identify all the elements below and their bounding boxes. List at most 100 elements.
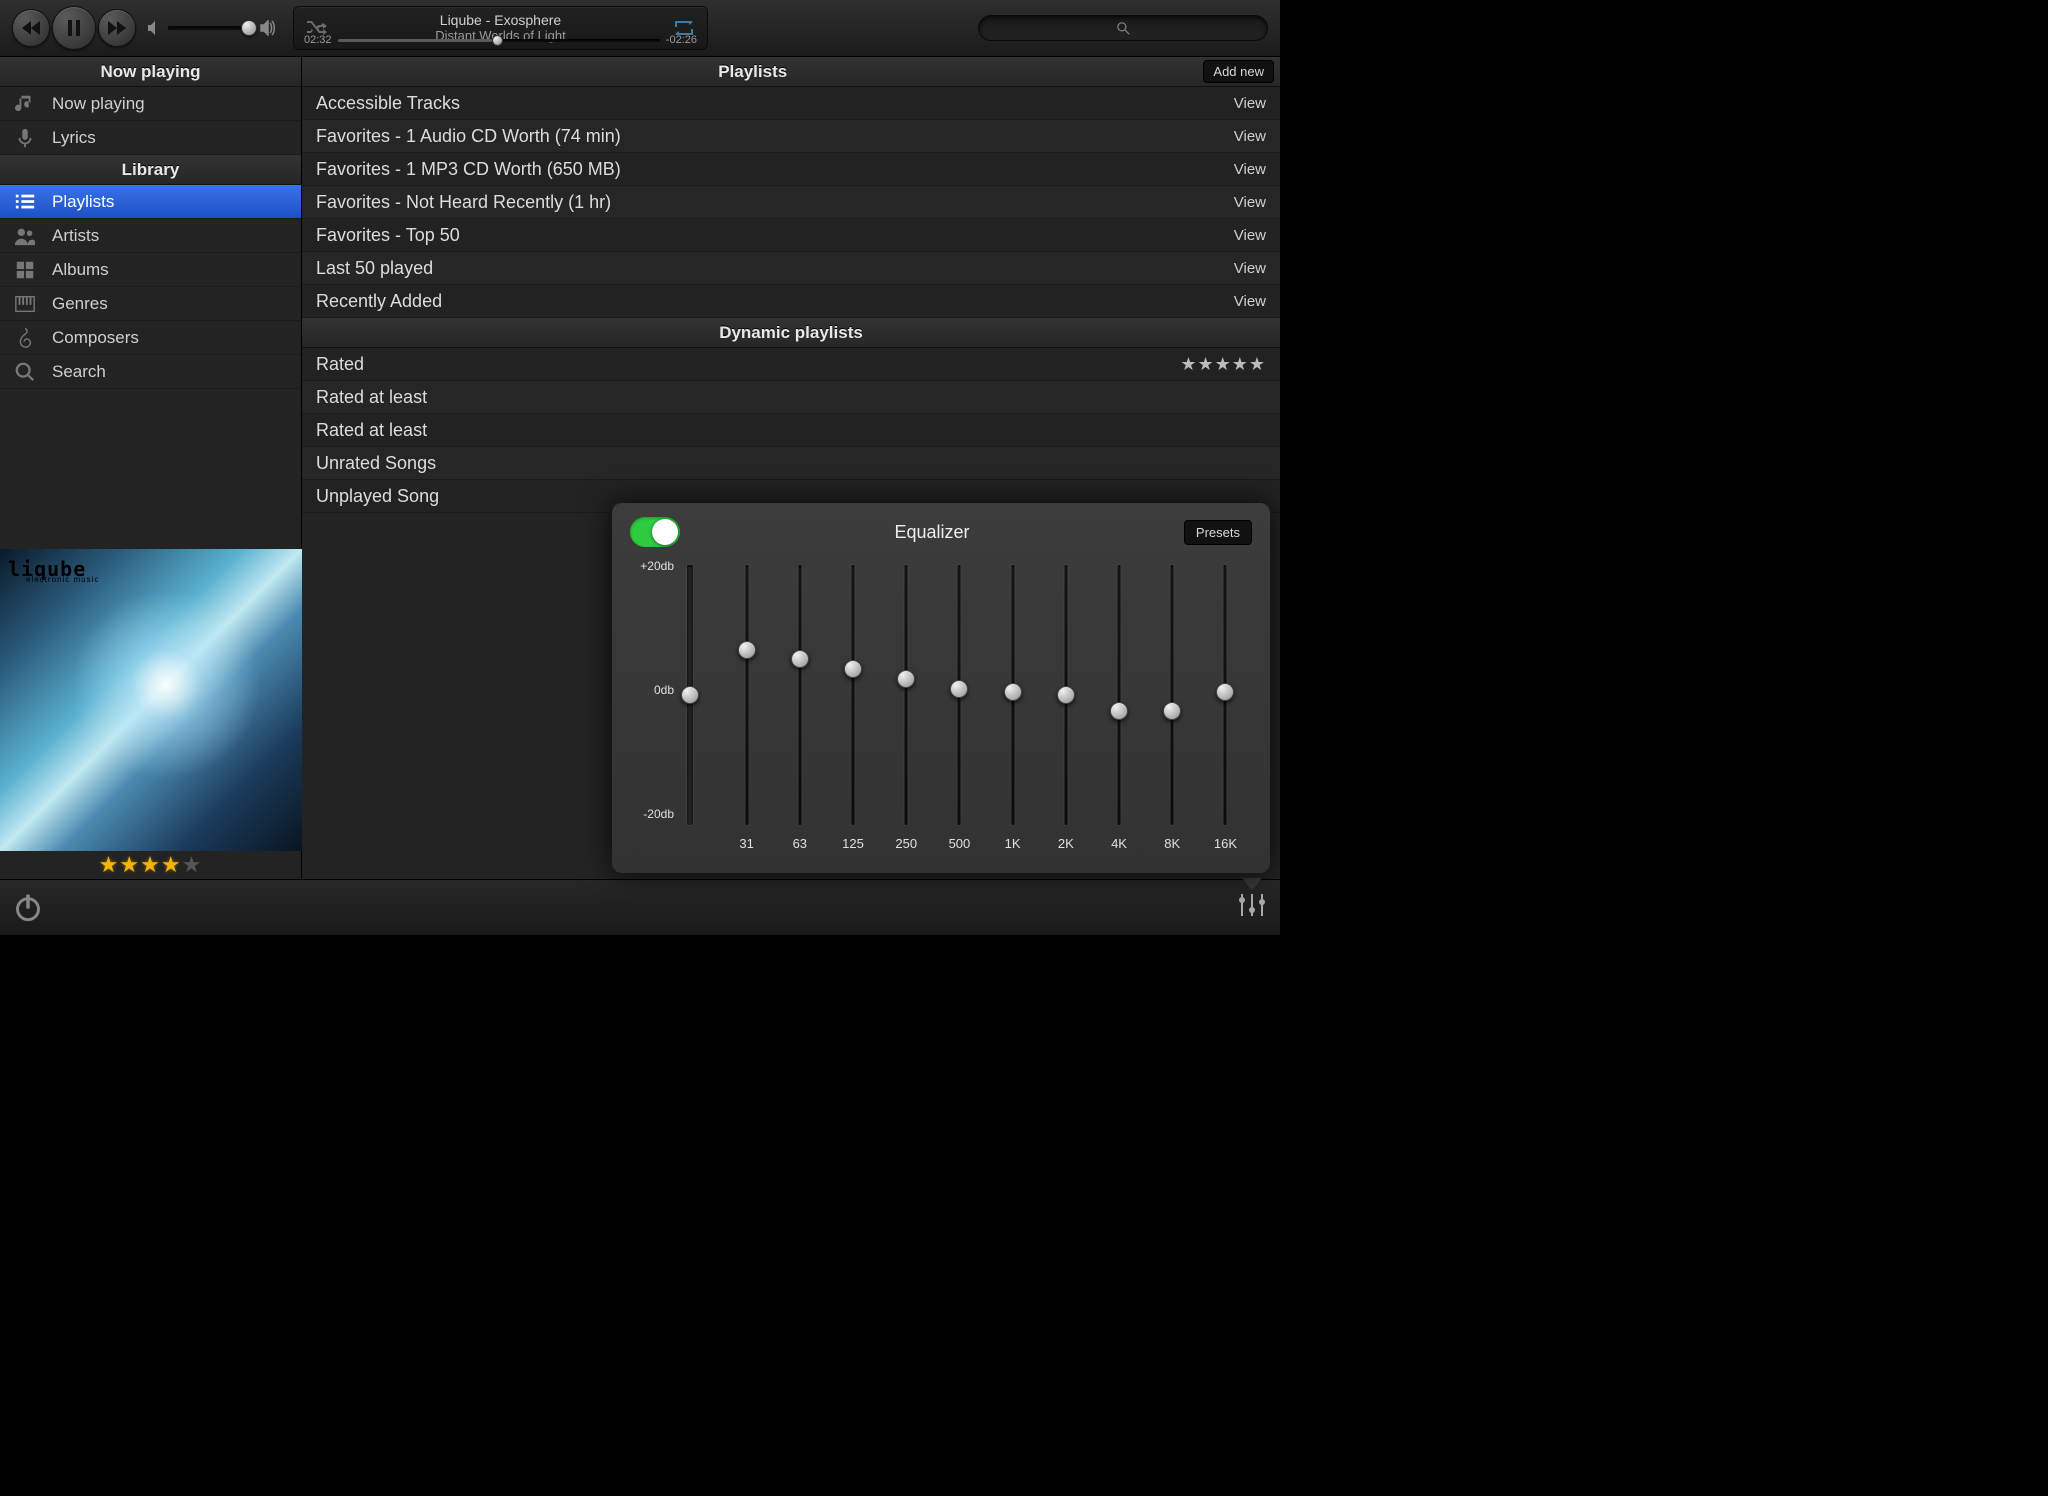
rating-star[interactable]: ★ <box>99 852 120 878</box>
playlist-row[interactable]: Favorites - Top 50View <box>302 219 1280 252</box>
playlist-name: Unrated Songs <box>316 453 1266 474</box>
sidebar-item-label: Albums <box>52 260 109 280</box>
rating-star[interactable]: ★ <box>140 852 161 878</box>
view-button[interactable]: View <box>1234 128 1266 145</box>
eq-band-knob[interactable] <box>738 641 756 659</box>
pause-button[interactable] <box>52 6 96 50</box>
eq-band-knob[interactable] <box>791 650 809 668</box>
eq-band-label: 2K <box>1039 836 1092 851</box>
time-elapsed: 02:32 <box>304 34 332 46</box>
prev-button[interactable] <box>12 9 50 47</box>
eq-band-2K[interactable]: 2K <box>1039 555 1092 855</box>
eq-master-slider[interactable] <box>680 555 700 855</box>
eq-band-label: 16K <box>1199 836 1252 851</box>
dynamic-header: Dynamic playlists <box>302 318 1280 348</box>
playlist-row[interactable]: Last 50 playedView <box>302 252 1280 285</box>
sidebar-item-now-playing[interactable]: Now playing <box>0 87 301 121</box>
eq-band-8K[interactable]: 8K <box>1146 555 1199 855</box>
playlist-name: Favorites - Top 50 <box>316 225 1234 246</box>
eq-band-label: 8K <box>1146 836 1199 851</box>
sidebar-item-search[interactable]: Search <box>0 355 301 389</box>
eq-band-250[interactable]: 250 <box>880 555 933 855</box>
eq-band-4K[interactable]: 4K <box>1092 555 1145 855</box>
time-remaining: -02:26 <box>666 34 697 46</box>
now-playing-panel: Liqube - Exosphere Distant Worlds of Lig… <box>293 6 708 50</box>
playlist-row[interactable]: Favorites - 1 MP3 CD Worth (650 MB)View <box>302 153 1280 186</box>
repeat-button[interactable] <box>671 21 697 35</box>
add-new-button[interactable]: Add new <box>1203 60 1274 83</box>
volume-control[interactable] <box>146 20 275 36</box>
view-button[interactable]: View <box>1234 161 1266 178</box>
eq-band-1K[interactable]: 1K <box>986 555 1039 855</box>
eq-band-500[interactable]: 500 <box>933 555 986 855</box>
eq-band-label: 63 <box>773 836 826 851</box>
eq-band-125[interactable]: 125 <box>826 555 879 855</box>
eq-band-knob[interactable] <box>897 670 915 688</box>
sidebar-item-artists[interactable]: Artists <box>0 219 301 253</box>
eq-band-knob[interactable] <box>1004 683 1022 701</box>
playlist-name: Rated <box>316 354 1180 375</box>
eq-band-63[interactable]: 63 <box>773 555 826 855</box>
volume-high-icon <box>259 20 275 36</box>
eq-band-knob[interactable] <box>1163 702 1181 720</box>
sidebar-item-label: Playlists <box>52 192 114 212</box>
volume-slider[interactable] <box>168 26 253 30</box>
sidebar-item-label: Composers <box>52 328 139 348</box>
sidebar-item-playlists[interactable]: Playlists <box>0 185 301 219</box>
rating-star[interactable]: ★ <box>161 852 182 878</box>
dynamic-playlist-row[interactable]: Rated at least <box>302 381 1280 414</box>
eq-band-31[interactable]: 31 <box>720 555 773 855</box>
playlist-row[interactable]: Favorites - 1 Audio CD Worth (74 min)Vie… <box>302 120 1280 153</box>
sidebar-item-genres[interactable]: Genres <box>0 287 301 321</box>
sidebar-item-label: Artists <box>52 226 99 246</box>
progress-thumb[interactable] <box>492 35 503 46</box>
eq-band-knob[interactable] <box>1110 702 1128 720</box>
sidebar-item-albums[interactable]: Albums <box>0 253 301 287</box>
eq-toggle[interactable] <box>630 517 680 547</box>
eq-band-knob[interactable] <box>1216 683 1234 701</box>
sidebar-item-composers[interactable]: Composers <box>0 321 301 355</box>
music-note-icon <box>12 93 38 115</box>
presets-button[interactable]: Presets <box>1184 520 1252 545</box>
dynamic-playlist-row[interactable]: Rated at least <box>302 414 1280 447</box>
album-art[interactable]: liqube electronic music <box>0 549 302 851</box>
search-input[interactable] <box>978 15 1268 41</box>
view-button[interactable]: View <box>1234 194 1266 211</box>
rating-star[interactable]: ★ <box>119 852 140 878</box>
eq-band-label: 125 <box>826 836 879 851</box>
eq-master-knob[interactable] <box>681 686 699 704</box>
playlist-row[interactable]: Recently AddedView <box>302 285 1280 318</box>
view-button[interactable]: View <box>1234 95 1266 112</box>
playlist-name: Recently Added <box>316 291 1234 312</box>
playlist-name: Accessible Tracks <box>316 93 1234 114</box>
piano-icon <box>12 293 38 315</box>
view-button[interactable]: View <box>1234 227 1266 244</box>
top-player-bar: Liqube - Exosphere Distant Worlds of Lig… <box>0 0 1280 57</box>
sidebar-item-label: Search <box>52 362 106 382</box>
view-button[interactable]: View <box>1234 260 1266 277</box>
progress-bar[interactable] <box>338 39 660 42</box>
playlist-row[interactable]: Accessible TracksView <box>302 87 1280 120</box>
view-button[interactable]: View <box>1234 293 1266 310</box>
equalizer-popup: Equalizer Presets +20db 0db -20db 316312… <box>612 503 1270 873</box>
next-button[interactable] <box>98 9 136 47</box>
eq-band-knob[interactable] <box>844 660 862 678</box>
power-button[interactable] <box>14 894 42 922</box>
playlist-row[interactable]: Favorites - Not Heard Recently (1 hr)Vie… <box>302 186 1280 219</box>
volume-knob[interactable] <box>241 20 257 36</box>
sidebar-item-label: Genres <box>52 294 108 314</box>
eq-band-16K[interactable]: 16K <box>1199 555 1252 855</box>
dynamic-playlist-row[interactable]: Unrated Songs <box>302 447 1280 480</box>
playlists-header-title: Playlists <box>302 62 1203 82</box>
star-filter[interactable]: ★★★★★ <box>1180 354 1266 375</box>
eq-band-knob[interactable] <box>950 680 968 698</box>
rating-control[interactable]: ★★★★★ <box>0 851 301 879</box>
footer-bar <box>0 879 1280 935</box>
dynamic-playlist-row[interactable]: Rated★★★★★ <box>302 348 1280 381</box>
list-icon <box>12 191 38 213</box>
equalizer-button[interactable] <box>1238 892 1266 923</box>
eq-band-knob[interactable] <box>1057 686 1075 704</box>
rating-star[interactable]: ★ <box>182 852 203 878</box>
sidebar-item-lyrics[interactable]: Lyrics <box>0 121 301 155</box>
eq-title: Equalizer <box>680 522 1184 543</box>
